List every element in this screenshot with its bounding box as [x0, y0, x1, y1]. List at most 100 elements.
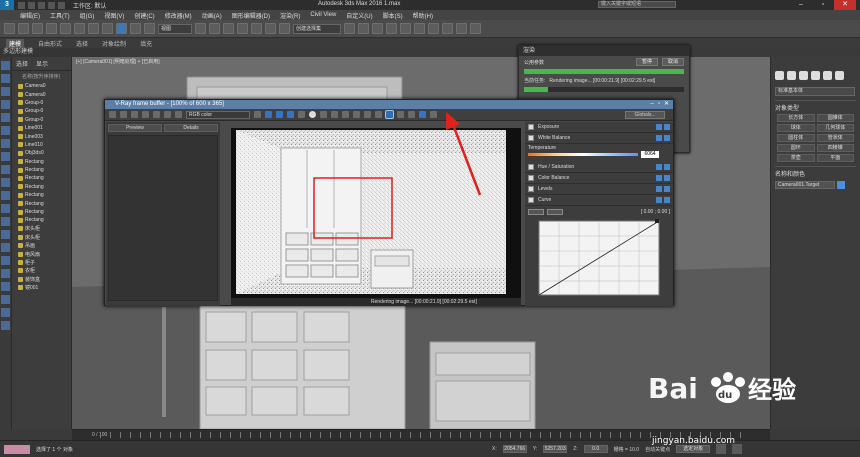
mono-icon[interactable]	[254, 111, 261, 118]
object-type-button[interactable]: 几何球体	[816, 124, 854, 132]
object-type-button[interactable]: 圆柱体	[777, 134, 815, 142]
hue-load-icon[interactable]	[664, 164, 670, 170]
select-icon[interactable]	[1, 61, 10, 70]
save-icon[interactable]	[120, 111, 127, 118]
invert-icon[interactable]	[1, 269, 10, 278]
groups-icon[interactable]	[1, 165, 10, 174]
percent-snap-icon[interactable]	[251, 23, 262, 34]
blue-channel-icon[interactable]	[287, 111, 294, 118]
name-color-header[interactable]: 名称和颜色	[775, 166, 856, 178]
explorer-row[interactable]: Rectang	[12, 183, 71, 191]
curve-editor-icon[interactable]	[400, 23, 411, 34]
open-icon[interactable]	[28, 1, 35, 9]
menu-view[interactable]: 视图(V)	[104, 11, 124, 20]
green-channel-icon[interactable]	[276, 111, 283, 118]
select-icon[interactable]	[74, 23, 85, 34]
exposure-row[interactable]: Exposure	[525, 122, 673, 133]
curve-save-icon[interactable]	[656, 197, 662, 203]
menu-edit[interactable]: 编辑(E)	[20, 11, 40, 20]
close-icon[interactable]: ✕	[834, 0, 856, 10]
load-icon[interactable]	[131, 111, 138, 118]
levels-save-icon[interactable]	[656, 186, 662, 192]
cb-save-icon[interactable]	[656, 175, 662, 181]
color-balance-row[interactable]: Color Balance	[525, 173, 673, 184]
create-shapes-icon[interactable]	[787, 71, 796, 80]
hue-save-icon[interactable]	[656, 164, 662, 170]
pivot-icon[interactable]	[195, 23, 206, 34]
save-image-icon[interactable]	[320, 111, 327, 118]
render-setup-icon[interactable]	[442, 23, 453, 34]
white-balance-row[interactable]: White Balance	[525, 133, 673, 144]
hue-saturation-checkbox[interactable]	[528, 164, 534, 170]
list-icon[interactable]	[164, 111, 171, 118]
explorer-tab-display[interactable]: 显示	[36, 59, 48, 68]
cameras-icon[interactable]	[1, 126, 10, 135]
delete-icon[interactable]	[142, 111, 149, 118]
material-editor-icon[interactable]	[428, 23, 439, 34]
menu-civil-view[interactable]: Civil View	[310, 12, 336, 18]
bones-icon[interactable]	[1, 191, 10, 200]
levels-checkbox[interactable]	[528, 186, 534, 192]
menu-tools[interactable]: 工具(T)	[50, 11, 70, 20]
all-icon[interactable]	[1, 243, 10, 252]
reference-coord-select[interactable]: 视图	[158, 23, 192, 34]
sort-icon[interactable]	[1, 308, 10, 317]
preview-tab[interactable]: Preview	[108, 124, 162, 132]
move-icon[interactable]	[116, 23, 127, 34]
explorer-row[interactable]: 床头柜	[12, 233, 71, 241]
red-channel-icon[interactable]	[265, 111, 272, 118]
maxscript-listener[interactable]	[4, 444, 30, 454]
explorer-row[interactable]: 床头柜	[12, 225, 71, 233]
exposure-load-icon[interactable]	[664, 124, 670, 130]
curve-tool-b[interactable]	[547, 209, 563, 215]
explorer-row[interactable]: Line003	[12, 132, 71, 140]
filter-icon[interactable]	[1, 321, 10, 330]
select-manipulate-icon[interactable]	[209, 23, 220, 34]
explorer-row[interactable]: Rectang	[12, 158, 71, 166]
clear-image-icon[interactable]	[342, 111, 349, 118]
select-by-name-icon[interactable]	[88, 23, 99, 34]
explorer-row[interactable]: 镜001	[12, 283, 71, 291]
create-helpers-icon[interactable]	[823, 71, 832, 80]
curve-row[interactable]: Curve	[525, 195, 673, 206]
object-type-button[interactable]: 茶壶	[777, 154, 815, 162]
power-icon[interactable]	[109, 111, 116, 118]
frozen-icon[interactable]	[1, 217, 10, 226]
object-type-header[interactable]: 对象类型	[775, 100, 856, 112]
mirror-icon[interactable]	[344, 23, 355, 34]
temperature-value[interactable]: 6064	[641, 151, 659, 158]
explorer-row[interactable]: Line001	[12, 124, 71, 132]
edit-named-sets-icon[interactable]	[279, 23, 290, 34]
y-coordinate[interactable]: 5257.203	[543, 445, 568, 453]
explorer-row[interactable]: Line010	[12, 141, 71, 149]
app-logo[interactable]: 3	[0, 0, 14, 10]
explorer-row[interactable]: Rectang	[12, 174, 71, 182]
explorer-row[interactable]: Camera0	[12, 90, 71, 98]
exposure-checkbox[interactable]	[528, 124, 534, 130]
none-icon[interactable]	[1, 256, 10, 265]
region-render-icon[interactable]	[375, 111, 382, 118]
render-production-icon[interactable]	[470, 23, 481, 34]
create-geometry-icon[interactable]	[775, 71, 784, 80]
menu-customize[interactable]: 自定义(U)	[346, 11, 372, 20]
create-cameras-icon[interactable]	[811, 71, 820, 80]
explorer-row[interactable]: 装饰盒	[12, 275, 71, 283]
object-type-button[interactable]: 圆环	[777, 144, 815, 152]
spinner-snap-icon[interactable]	[265, 23, 276, 34]
cb-load-icon[interactable]	[664, 175, 670, 181]
explorer-row[interactable]: 柜子	[12, 258, 71, 266]
rect-select-icon[interactable]	[102, 23, 113, 34]
curve-tool-a[interactable]	[528, 209, 544, 215]
menu-rendering[interactable]: 渲染(R)	[280, 11, 300, 20]
explorer-row[interactable]: Camera0	[12, 82, 71, 90]
display-icon[interactable]	[1, 74, 10, 83]
curve-load-icon[interactable]	[664, 197, 670, 203]
follow-mouse-icon[interactable]	[364, 111, 371, 118]
levels-load-icon[interactable]	[664, 186, 670, 192]
redo-icon[interactable]	[18, 23, 29, 34]
menu-modifiers[interactable]: 修改器(M)	[165, 11, 192, 20]
load-image-icon[interactable]	[331, 111, 338, 118]
color-balance-checkbox[interactable]	[528, 175, 534, 181]
render-channel-select[interactable]: RGB color	[186, 110, 250, 119]
ribbon-tab-populate[interactable]: 填充	[140, 39, 152, 48]
